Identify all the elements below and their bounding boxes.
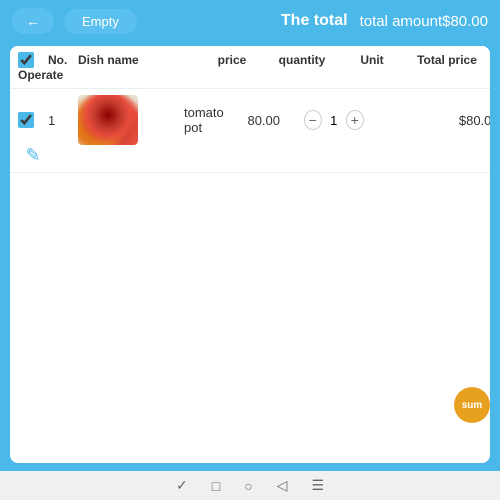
dish-name: tomato pot <box>178 105 224 135</box>
nav-menu-icon[interactable]: ☰ <box>311 477 324 494</box>
increase-button[interactable]: + <box>346 110 364 130</box>
nav-back-icon[interactable]: ✓ <box>176 477 188 494</box>
top-bar: ← Empty The total total amount$80.00 <box>0 0 500 42</box>
price-cell: 80.00 <box>224 113 304 128</box>
col-dish: Dish name <box>78 53 178 67</box>
col-no: No. <box>48 53 78 67</box>
operate-cell: ✎ <box>18 145 48 166</box>
dish-image <box>78 95 138 145</box>
col-total-price: Total price <box>412 53 482 67</box>
submit-button[interactable]: sum <box>454 387 490 423</box>
table-card: No. Dish name price quantity Unit Total … <box>10 46 490 463</box>
back-arrow-icon: ← <box>26 13 40 29</box>
quantity-value: 1 <box>326 113 342 128</box>
total-amount: total amount$80.00 <box>360 13 488 30</box>
empty-button[interactable]: Empty <box>64 9 137 34</box>
nav-triangle-icon[interactable]: ◁ <box>277 477 288 494</box>
nav-home-icon[interactable]: □ <box>212 478 220 494</box>
row-number: 1 <box>48 113 78 128</box>
table-header: No. Dish name price quantity Unit Total … <box>10 46 490 89</box>
decrease-button[interactable]: − <box>304 110 322 130</box>
table-row: 1 tomato pot 80.00 − 1 + $80.00 ✎ <box>10 89 490 173</box>
edit-icon[interactable]: ✎ <box>25 145 40 166</box>
total-label: The total <box>281 12 348 30</box>
main-wrapper: No. Dish name price quantity Unit Total … <box>0 42 500 471</box>
dish-image-inner <box>78 95 138 145</box>
total-section: The total total amount$80.00 <box>281 12 488 30</box>
col-operate: Operate <box>18 68 48 82</box>
col-price: price <box>192 53 272 67</box>
bottom-nav: ✓ □ ○ ◁ ☰ <box>0 471 500 500</box>
col-unit: Unit <box>332 53 412 67</box>
total-price-cell: $80.00 <box>444 113 490 128</box>
quantity-control: − 1 + <box>304 110 364 130</box>
select-all-checkbox[interactable] <box>18 52 34 68</box>
row-checkbox[interactable] <box>18 112 34 128</box>
back-button[interactable]: ← <box>12 8 54 34</box>
col-quantity: quantity <box>272 53 332 67</box>
main-content: No. Dish name price quantity Unit Total … <box>0 42 500 471</box>
nav-circle-icon[interactable]: ○ <box>244 478 252 494</box>
